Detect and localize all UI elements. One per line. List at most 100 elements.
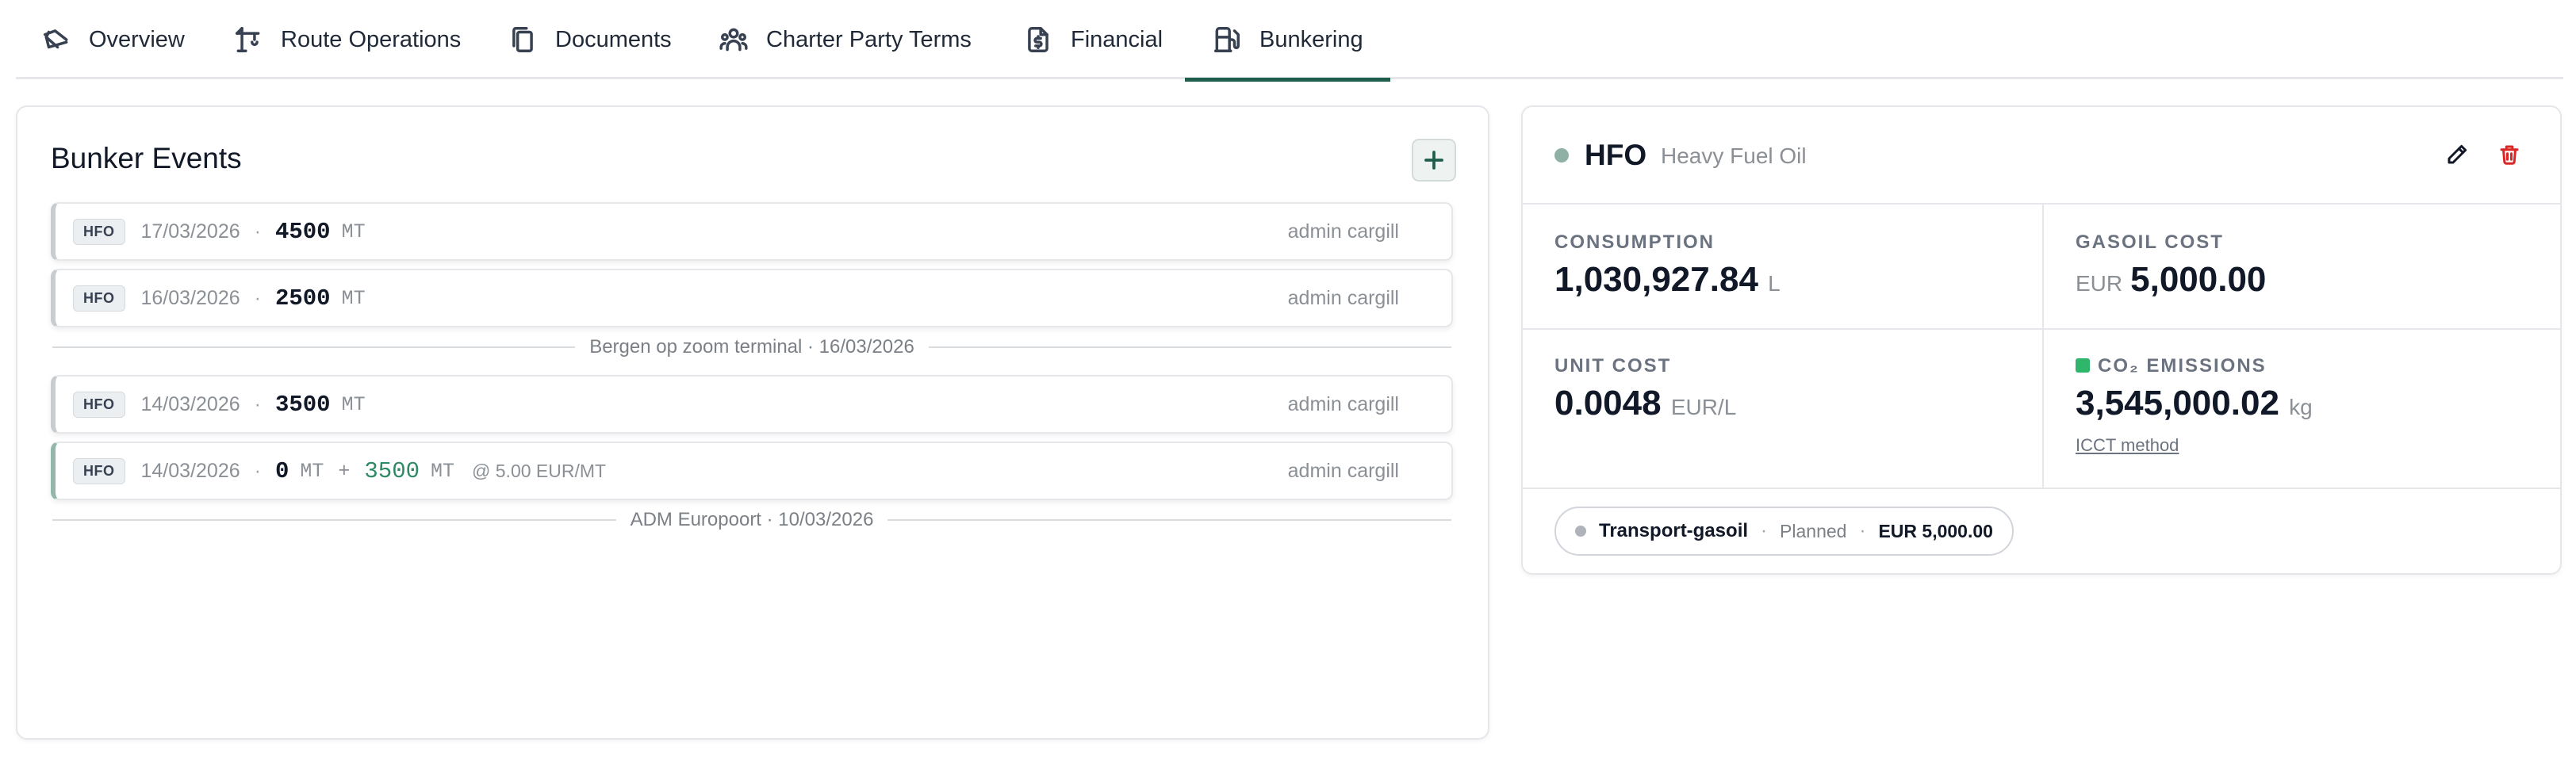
- separator: ·: [254, 220, 261, 243]
- fuel-badge: HFO: [73, 218, 125, 245]
- location-divider: ADM Europoort · 10/03/2026: [52, 508, 1451, 532]
- tab-label: Financial: [1071, 26, 1163, 52]
- bunker-event-row[interactable]: HFO 17/03/2026 · 4500 MT admin cargill: [51, 202, 1453, 261]
- separator: ·: [254, 392, 261, 415]
- divider-line: [52, 346, 576, 348]
- bunker-events-panel: Bunker Events HFO 17/03/2026 · 4500 MT a…: [16, 105, 1489, 740]
- co2-value: 3,545,000.02: [2076, 384, 2279, 423]
- fuel-code: HFO: [1585, 139, 1647, 171]
- event-unit: MT: [341, 220, 366, 243]
- trash-icon: [2500, 145, 2519, 165]
- tab-overview[interactable]: Overview: [41, 0, 185, 79]
- unit-cost-unit: EUR/L: [1670, 395, 1737, 419]
- edit-fuel-button[interactable]: [2441, 139, 2473, 170]
- add-bunker-event-button[interactable]: [1412, 139, 1456, 182]
- bunker-event-row[interactable]: HFO 16/03/2026 · 2500 MT admin cargill: [51, 269, 1453, 327]
- tab-documents[interactable]: Documents: [508, 0, 672, 79]
- stat-value: 3,545,000.02 kg: [2076, 384, 2313, 423]
- event-date: 14/03/2026: [140, 459, 240, 482]
- purchase-pill[interactable]: Transport-gasoil · Planned · EUR 5,000.0…: [1554, 507, 2014, 556]
- divider-label: ADM Europoort · 10/03/2026: [630, 509, 874, 530]
- fuel-badge: HFO: [73, 457, 125, 484]
- stat-value: EUR 5,000.00: [2076, 260, 2266, 300]
- co2-indicator-icon: [2076, 358, 2090, 373]
- bunker-event-row[interactable]: HFO 14/03/2026 · 3500 MT admin cargill: [51, 375, 1453, 434]
- fuel-pump-icon: [1214, 27, 1240, 52]
- co2-label: CO₂ EMISSIONS: [2098, 355, 2267, 377]
- fuel-badge: HFO: [73, 391, 125, 418]
- dollar-file-icon: [1028, 27, 1048, 52]
- consumption-value: 1,030,927.84: [1554, 260, 1758, 299]
- fuel-header: HFO Heavy Fuel Oil: [1523, 107, 2560, 205]
- delete-fuel-button[interactable]: [2494, 139, 2525, 170]
- co2-unit: kg: [2289, 395, 2313, 419]
- gasoil-cost-currency: EUR: [2076, 271, 2123, 296]
- event-quantity: 2500: [274, 285, 331, 312]
- grid-divider: [1523, 488, 2560, 489]
- fuel-name: Heavy Fuel Oil: [1661, 143, 1807, 168]
- event-user: admin cargill: [1287, 286, 1399, 309]
- added-quantity: 3500: [364, 457, 420, 484]
- tab-bar: Overview Route Operations Documents Char…: [16, 0, 2563, 82]
- tab-label: Bunkering: [1259, 26, 1363, 52]
- purchase-name: Transport-gasoil: [1599, 520, 1749, 541]
- tab-label: Overview: [89, 26, 185, 52]
- fuel-status-dot: [1554, 148, 1569, 163]
- stat-label: CONSUMPTION: [1554, 231, 1715, 253]
- tab-label: Charter Party Terms: [766, 26, 972, 52]
- fuel-detail-panel: HFO Heavy Fuel Oil CONSUMPTION 1,030,927…: [1521, 105, 2562, 575]
- crane-icon: [236, 27, 260, 52]
- stat-value: 1,030,927.84 L: [1554, 260, 1781, 300]
- event-price: @ 5.00 EUR/MT: [472, 460, 607, 481]
- event-quantity: 3500: [274, 391, 331, 418]
- gasoil-cost-stat: GASOIL COST EUR 5,000.00: [2044, 206, 2560, 330]
- documents-icon: [512, 27, 533, 52]
- separator: ·: [254, 459, 261, 482]
- event-user: admin cargill: [1287, 392, 1399, 415]
- added-unit: MT: [431, 459, 455, 483]
- purchase-status: Planned: [1780, 520, 1847, 541]
- consumption-stat: CONSUMPTION 1,030,927.84 L: [1523, 206, 2043, 330]
- location-divider: Bergen op zoom terminal · 16/03/2026: [52, 335, 1451, 359]
- separator: ·: [1859, 520, 1866, 541]
- stat-label: CO₂ EMISSIONS: [2076, 355, 2267, 377]
- event-unit: MT: [341, 286, 366, 310]
- purchase-status-dot: [1575, 526, 1586, 537]
- icct-method-link[interactable]: ICCT method: [2076, 435, 2179, 456]
- separator: ·: [1761, 520, 1768, 541]
- separator: ·: [254, 286, 261, 309]
- co2-emissions-stat: CO₂ EMISSIONS 3,545,000.02 kg ICCT metho…: [2044, 330, 2560, 488]
- event-unit: MT: [300, 459, 324, 483]
- unit-cost-stat: UNIT COST 0.0048 EUR/L: [1523, 330, 2043, 453]
- stat-label: UNIT COST: [1554, 355, 1672, 377]
- tab-route-operations[interactable]: Route Operations: [233, 0, 461, 79]
- event-user: admin cargill: [1287, 220, 1399, 243]
- tab-financial[interactable]: Financial: [1023, 0, 1163, 79]
- event-quantity: 0: [274, 457, 289, 484]
- divider-label: Bergen op zoom terminal · 16/03/2026: [589, 336, 914, 358]
- tab-charter-party-terms[interactable]: Charter Party Terms: [719, 0, 972, 79]
- divider-line: [928, 346, 1451, 348]
- tab-label: Documents: [555, 26, 672, 52]
- fuel-badge: HFO: [73, 285, 125, 312]
- unit-cost-value: 0.0048: [1554, 384, 1662, 423]
- divider-line: [52, 519, 616, 521]
- event-date: 16/03/2026: [140, 286, 240, 309]
- ship-icon: [44, 29, 68, 49]
- tab-label: Route Operations: [281, 26, 462, 52]
- divider-line: [887, 519, 1451, 521]
- bunker-event-row[interactable]: HFO 14/03/2026 · 0 MT + 3500 MT @ 5.00 E…: [51, 442, 1453, 500]
- purchase-amount: EUR 5,000.00: [1878, 520, 1993, 541]
- event-user: admin cargill: [1287, 459, 1399, 482]
- plus-icon: [1424, 151, 1443, 170]
- pencil-icon: [2448, 144, 2467, 164]
- event-unit: MT: [341, 392, 366, 416]
- consumption-unit: L: [1768, 271, 1781, 296]
- event-quantity: 4500: [274, 218, 331, 245]
- event-date: 17/03/2026: [140, 220, 240, 243]
- event-date: 14/03/2026: [140, 392, 240, 415]
- tab-bunkering[interactable]: Bunkering: [1185, 0, 1390, 82]
- users-icon: [719, 28, 748, 52]
- gasoil-cost-value: 5,000.00: [2130, 260, 2267, 299]
- stat-label: GASOIL COST: [2076, 231, 2224, 253]
